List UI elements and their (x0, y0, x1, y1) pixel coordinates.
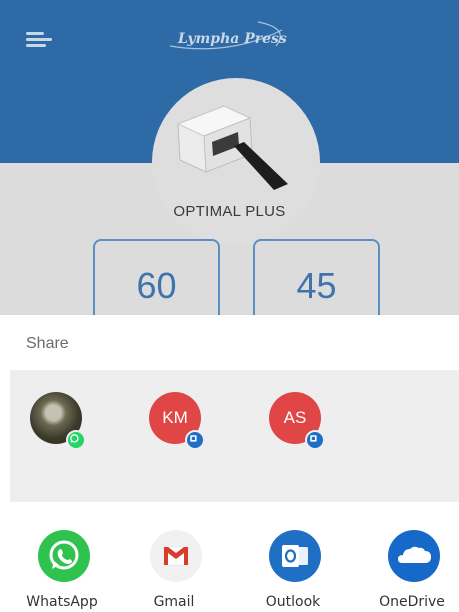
whatsapp-badge-icon (66, 430, 86, 450)
share-app-whatsapp[interactable]: WhatsApp (12, 527, 112, 612)
outlook-icon (269, 530, 321, 582)
contact-target-1[interactable] (30, 392, 86, 450)
share-app-onedrive[interactable]: OneDrive (362, 527, 459, 612)
hamburger-menu-icon[interactable] (26, 30, 52, 48)
share-apps-row: WhatsApp Gmail Outlook OneDrive (0, 527, 459, 612)
app-background: Lympha Press OPTIMAL PLUS 60 45 (0, 0, 459, 315)
app-label: Gmail (153, 594, 195, 610)
onedrive-icon (388, 530, 440, 582)
stat-value: 60 (136, 265, 177, 306)
stat-card-right[interactable]: 45 (253, 239, 380, 315)
gmail-icon (150, 530, 202, 582)
share-app-gmail[interactable]: Gmail (124, 527, 224, 612)
contact-target-2[interactable]: KM (149, 392, 205, 450)
device-image (176, 105, 288, 190)
whatsapp-icon (38, 530, 90, 582)
device-name: OPTIMAL PLUS (173, 203, 286, 220)
app-label: OneDrive (379, 594, 445, 610)
app-label: Outlook (265, 594, 321, 610)
stat-value: 45 (296, 265, 337, 306)
direct-share-contacts: KM AS (10, 370, 459, 502)
share-app-outlook[interactable]: Outlook (243, 527, 343, 612)
brand-logo: Lympha Press (178, 31, 287, 47)
share-sheet: Share KM AS WhatsApp Gmail Outlook OneDr… (0, 315, 459, 612)
app-label: WhatsApp (26, 594, 98, 610)
stat-card-left[interactable]: 60 (93, 239, 220, 315)
contact-target-3[interactable]: AS (269, 392, 325, 450)
share-sheet-title: Share (26, 335, 69, 352)
outlook-badge-icon (185, 430, 205, 450)
outlook-badge-icon (305, 430, 325, 450)
